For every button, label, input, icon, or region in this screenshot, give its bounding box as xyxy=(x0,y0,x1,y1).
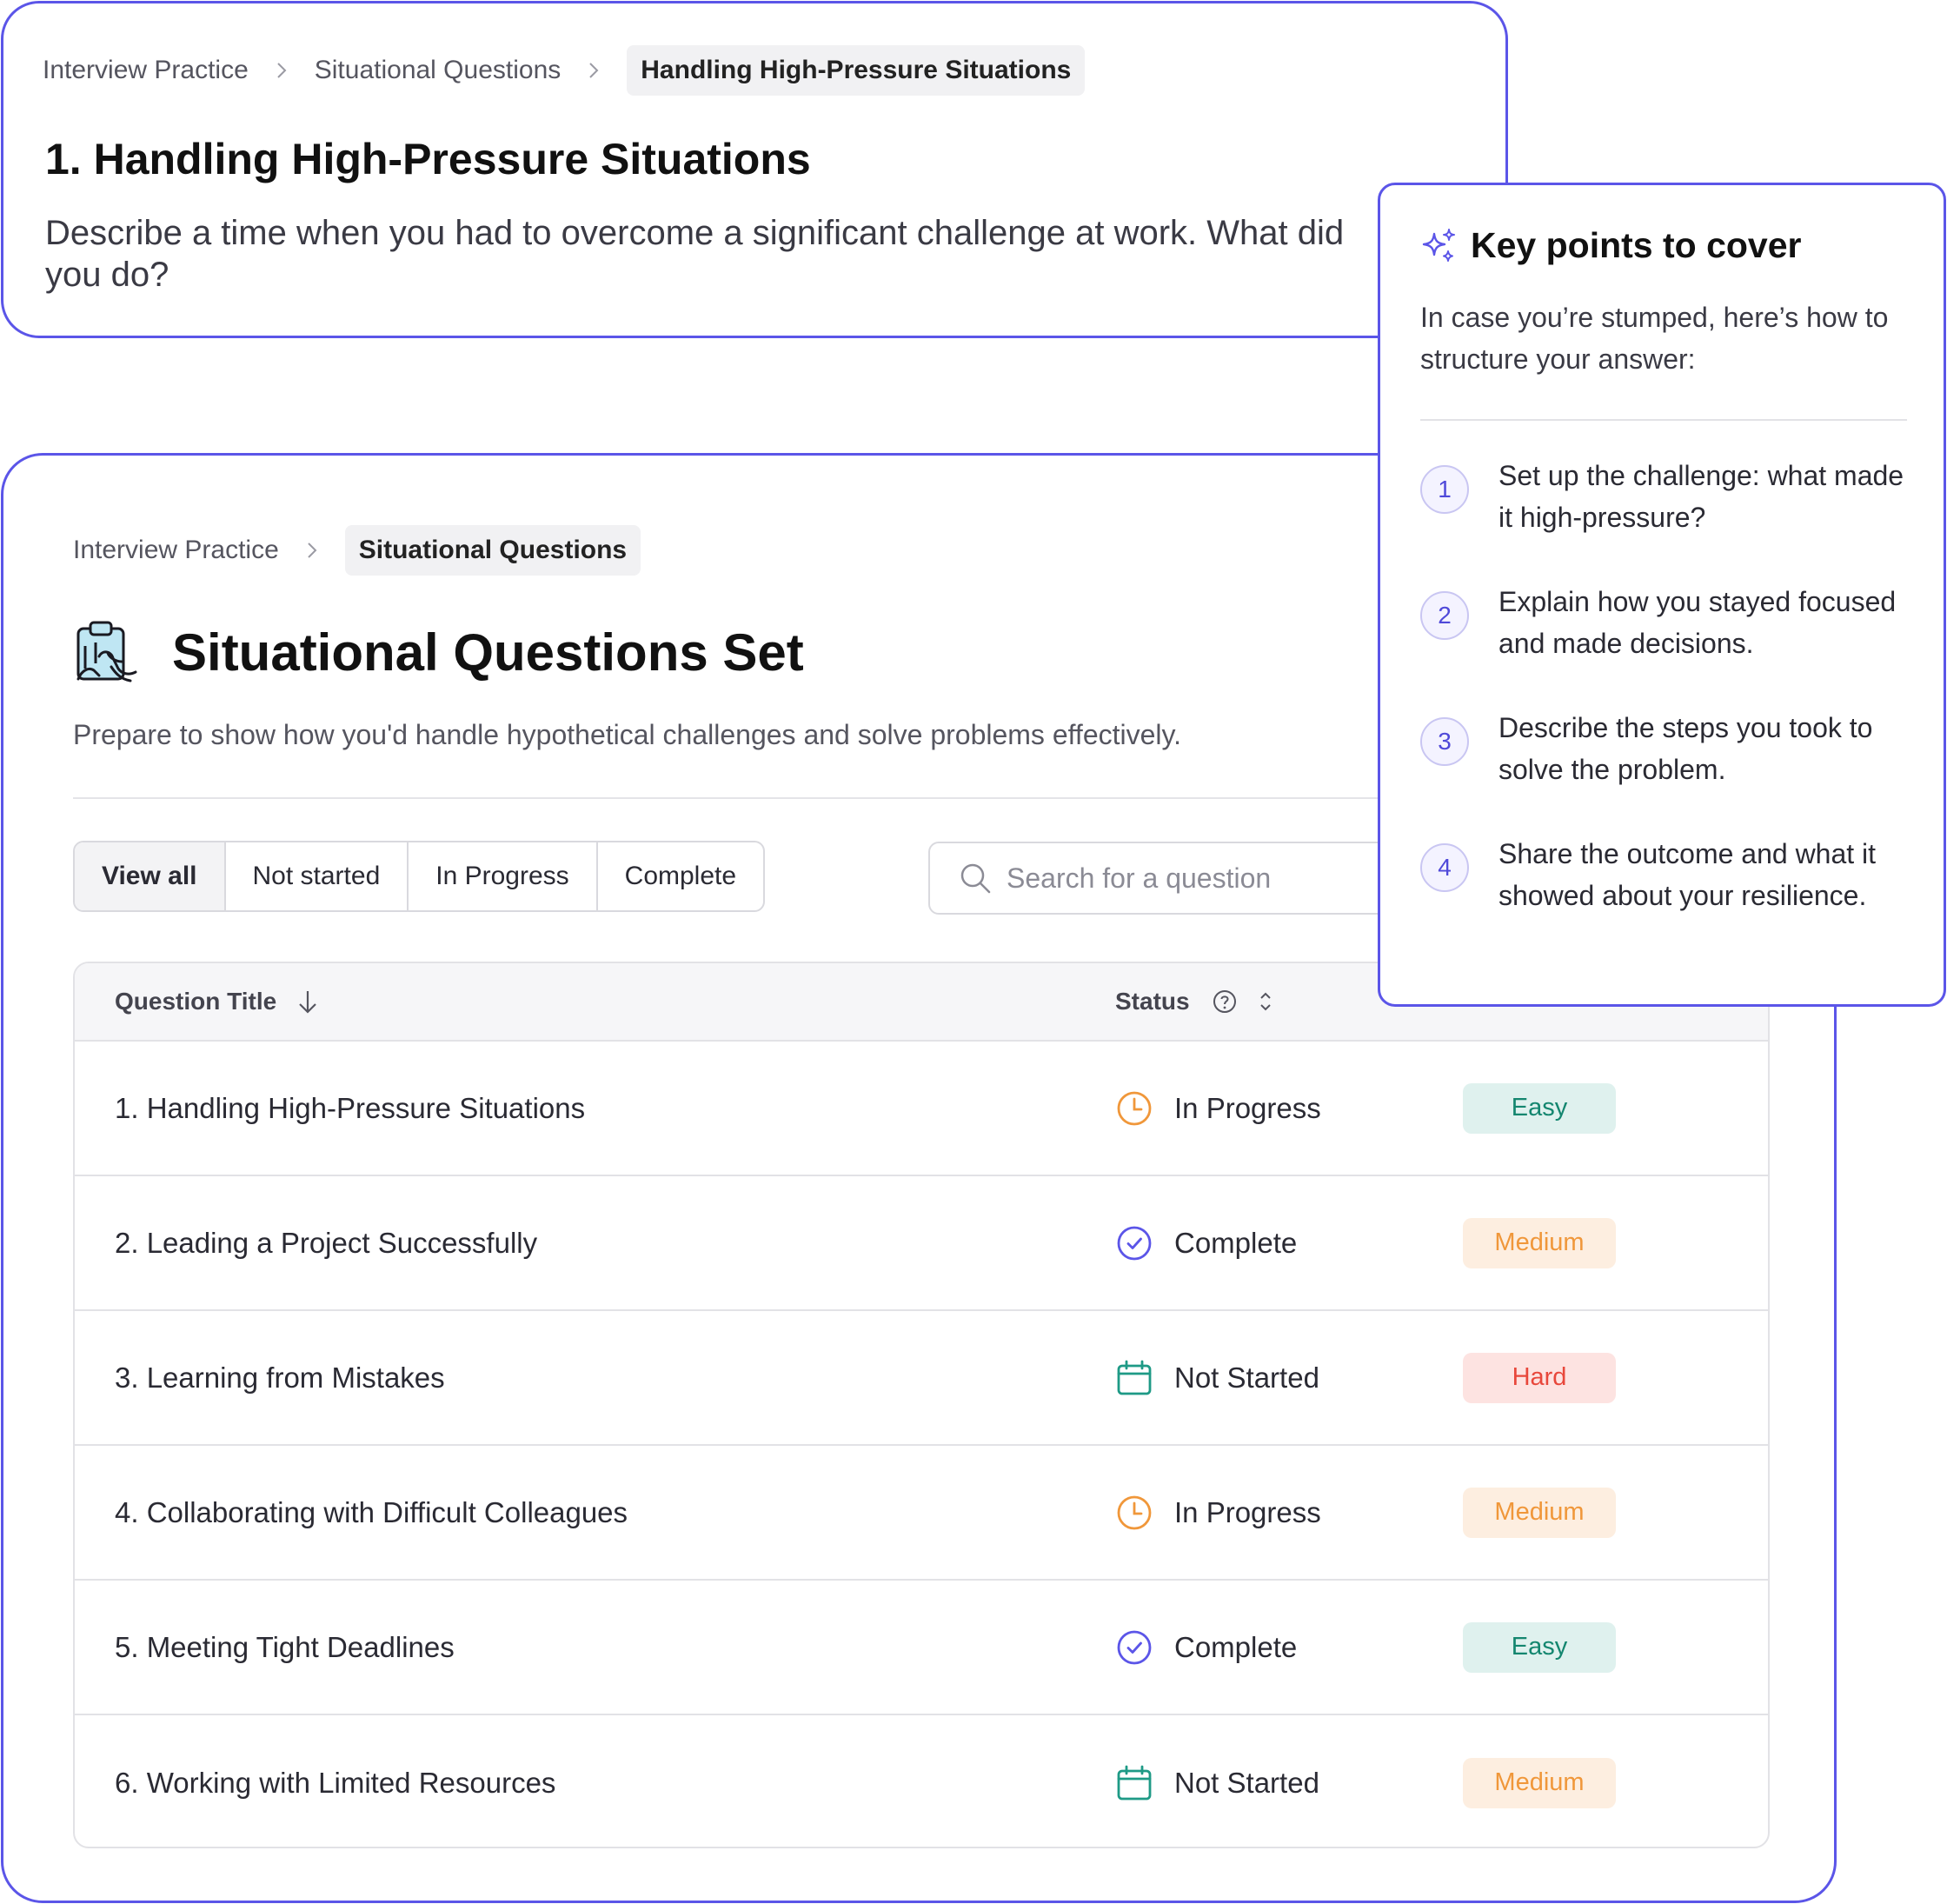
status-label: Not Started xyxy=(1174,1766,1319,1799)
key-points-header: Key points to cover xyxy=(1420,225,1801,266)
table-row[interactable]: 1. Handling High-Pressure Situations In … xyxy=(75,1042,1768,1176)
key-point-text: Share the outcome and what it showed abo… xyxy=(1498,838,1877,911)
arrow-down-icon[interactable] xyxy=(296,988,320,1015)
page-title: Situational Questions Set xyxy=(172,623,804,682)
table-row[interactable]: 6. Working with Limited Resources Not St… xyxy=(75,1715,1768,1847)
clipboard-hand-icon xyxy=(73,618,143,688)
step-number-badge: 2 xyxy=(1420,591,1469,640)
difficulty-cell: Medium xyxy=(1463,1176,1616,1309)
search-input[interactable] xyxy=(1005,861,1391,895)
key-point-text: Describe the steps you took to solve the… xyxy=(1498,712,1873,785)
sparkle-icon xyxy=(1420,227,1459,265)
question-title: 1. Handling High-Pressure Situations xyxy=(45,135,811,183)
breadcrumb-link[interactable]: Interview Practice xyxy=(43,56,249,85)
question-title-cell[interactable]: 2. Leading a Project Successfully xyxy=(115,1176,537,1309)
status-label: Complete xyxy=(1174,1226,1298,1259)
column-header-label: Question Title xyxy=(115,988,277,1015)
key-points-title: Key points to cover xyxy=(1471,225,1802,265)
question-title-cell[interactable]: 1. Handling High-Pressure Situations xyxy=(115,1042,585,1175)
status-cell: In Progress xyxy=(1115,1042,1321,1175)
table-row[interactable]: 3. Learning from Mistakes Not Started Ha… xyxy=(75,1311,1768,1446)
filter-not-started[interactable]: Not started xyxy=(226,842,409,910)
breadcrumb-current: Situational Questions xyxy=(344,525,641,576)
status-cell: Not Started xyxy=(1115,1715,1319,1847)
chevron-right-icon xyxy=(295,533,329,568)
filter-in-progress[interactable]: In Progress xyxy=(409,842,598,910)
key-points-intro: In case you’re stumped, here’s how to st… xyxy=(1420,302,1889,375)
key-point-item: 4 Share the outcome and what it showed a… xyxy=(1420,838,1924,916)
calendar-icon xyxy=(1115,1764,1153,1802)
breadcrumb-link[interactable]: Interview Practice xyxy=(73,536,279,565)
status-label: In Progress xyxy=(1174,1091,1321,1124)
status-label: Complete xyxy=(1174,1630,1298,1663)
column-header-title[interactable]: Question Title xyxy=(115,963,320,1040)
status-label: Not Started xyxy=(1174,1361,1319,1394)
status-cell: Complete xyxy=(1115,1176,1297,1309)
question-title-cell[interactable]: 3. Learning from Mistakes xyxy=(115,1311,445,1444)
difficulty-cell: Easy xyxy=(1463,1042,1616,1175)
key-point-text: Set up the challenge: what made it high-… xyxy=(1498,460,1904,533)
difficulty-badge: Easy xyxy=(1463,1082,1616,1134)
breadcrumb: Interview Practice Situational Questions xyxy=(73,525,641,576)
search-icon xyxy=(958,861,993,895)
step-number-badge: 3 xyxy=(1420,717,1469,766)
difficulty-cell: Medium xyxy=(1463,1715,1616,1847)
status-cell: In Progress xyxy=(1115,1446,1321,1579)
clock-icon xyxy=(1115,1089,1153,1128)
column-header-status[interactable]: Status xyxy=(1115,963,1275,1040)
difficulty-cell: Easy xyxy=(1463,1581,1616,1714)
step-number-badge: 4 xyxy=(1420,843,1469,892)
questions-table: Question Title Status 1. Handling High-P… xyxy=(73,962,1770,1848)
calendar-icon xyxy=(1115,1359,1153,1397)
key-points-panel: Key points to cover In case you’re stump… xyxy=(1378,183,1946,1007)
breadcrumb-link[interactable]: Situational Questions xyxy=(315,56,562,85)
table-row[interactable]: 5. Meeting Tight Deadlines Complete Easy xyxy=(75,1581,1768,1715)
breadcrumb: Interview Practice Situational Questions… xyxy=(43,45,1086,96)
difficulty-badge: Easy xyxy=(1463,1621,1616,1673)
question-detail-card: Interview Practice Situational Questions… xyxy=(1,1,1508,338)
filter-complete[interactable]: Complete xyxy=(598,842,763,910)
status-cell: Complete xyxy=(1115,1581,1297,1714)
status-label: In Progress xyxy=(1174,1495,1321,1528)
question-title-cell[interactable]: 4. Collaborating with Difficult Colleagu… xyxy=(115,1446,628,1579)
difficulty-cell: Medium xyxy=(1463,1446,1616,1579)
difficulty-badge: Medium xyxy=(1463,1487,1616,1538)
sort-icon[interactable] xyxy=(1256,989,1275,1014)
key-point-item: 1 Set up the challenge: what made it hig… xyxy=(1420,460,1924,538)
table-row[interactable]: 4. Collaborating with Difficult Colleagu… xyxy=(75,1446,1768,1581)
difficulty-cell: Hard xyxy=(1463,1311,1616,1444)
status-filter-tabs: View all Not started In Progress Complet… xyxy=(73,841,766,912)
question-description: Describe a time when you had to overcome… xyxy=(45,214,1345,294)
key-point-item: 3 Describe the steps you took to solve t… xyxy=(1420,712,1924,790)
chevron-right-icon xyxy=(576,53,611,88)
column-header-label: Status xyxy=(1115,988,1190,1015)
check-circle-icon xyxy=(1115,1628,1153,1667)
difficulty-badge: Medium xyxy=(1463,1217,1616,1268)
check-circle-icon xyxy=(1115,1224,1153,1262)
difficulty-badge: Hard xyxy=(1463,1352,1616,1403)
filter-view-all[interactable]: View all xyxy=(75,842,226,910)
key-point-text: Explain how you stayed focused and made … xyxy=(1498,586,1897,659)
status-cell: Not Started xyxy=(1115,1311,1319,1444)
table-row[interactable]: 2. Leading a Project Successfully Comple… xyxy=(75,1176,1768,1311)
question-title-cell[interactable]: 6. Working with Limited Resources xyxy=(115,1715,555,1847)
key-point-item: 2 Explain how you stayed focused and mad… xyxy=(1420,586,1924,664)
search-box[interactable] xyxy=(928,842,1415,915)
question-title-cell[interactable]: 5. Meeting Tight Deadlines xyxy=(115,1581,455,1714)
help-circle-icon[interactable] xyxy=(1213,989,1237,1014)
page-description: Prepare to show how you'd handle hypothe… xyxy=(73,719,1182,750)
table-body: 1. Handling High-Pressure Situations In … xyxy=(75,1042,1768,1847)
breadcrumb-current: Handling High-Pressure Situations xyxy=(627,45,1086,96)
chevron-right-icon xyxy=(264,53,299,88)
divider xyxy=(1420,419,1907,421)
step-number-badge: 1 xyxy=(1420,465,1469,514)
difficulty-badge: Medium xyxy=(1463,1757,1616,1808)
clock-icon xyxy=(1115,1494,1153,1532)
